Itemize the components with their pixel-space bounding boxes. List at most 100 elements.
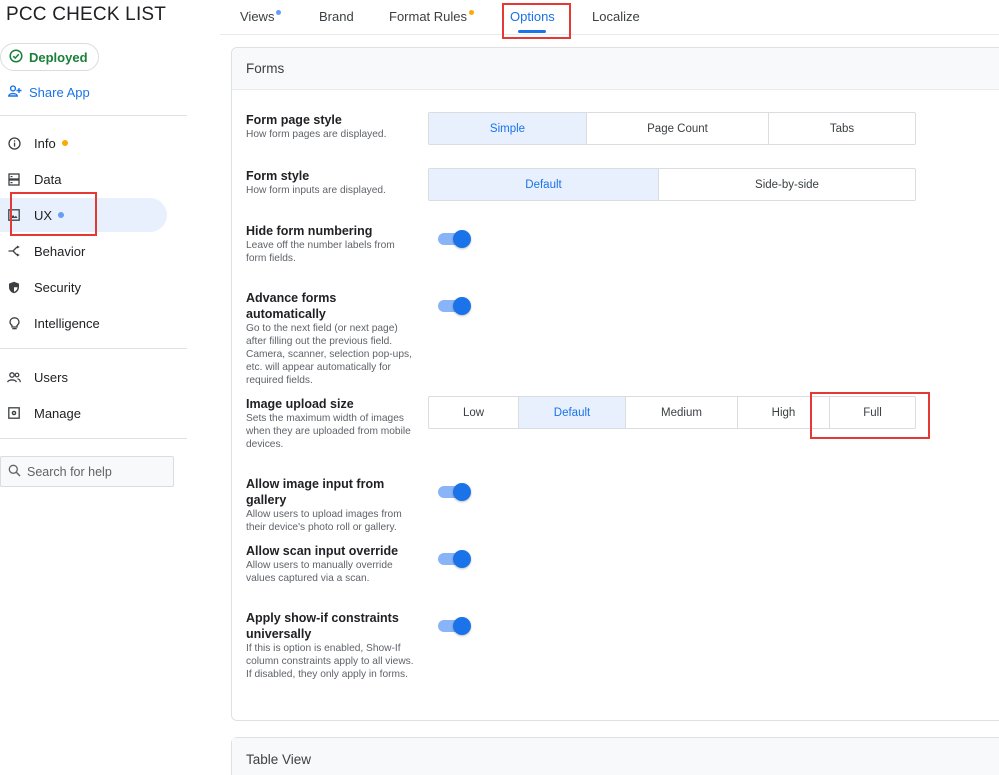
image-icon xyxy=(7,208,21,222)
top-tabs: Views Brand Format Rules Options Localiz… xyxy=(220,0,999,35)
setting-description: Allow users to upload images from their … xyxy=(246,509,402,533)
forms-card-header[interactable]: Forms xyxy=(232,48,999,90)
hide-numbering-toggle[interactable] xyxy=(438,229,472,249)
setting-title: Image upload size xyxy=(246,397,354,411)
advance-forms-toggle[interactable] xyxy=(438,296,472,316)
info-icon xyxy=(7,136,21,150)
sidebar-item-label: Security xyxy=(34,279,81,295)
person-add-icon xyxy=(8,85,22,100)
tab-options[interactable]: Options xyxy=(510,9,555,24)
sidebar-item-manage[interactable]: Manage xyxy=(0,396,167,430)
notification-dot xyxy=(61,140,68,146)
scan-override-toggle[interactable] xyxy=(438,549,472,569)
setting-form-page-style: Form page style How form pages are displ… xyxy=(246,112,416,141)
setting-title: Allow image input from gallery xyxy=(246,477,385,507)
notification-dot xyxy=(276,10,282,15)
option-page-count[interactable]: Page Count xyxy=(587,113,769,144)
share-app-label: Share App xyxy=(29,85,90,100)
sidebar-item-label: UX xyxy=(34,207,53,223)
form-page-style-selector: Simple Page Count Tabs xyxy=(428,112,916,145)
sidebar-divider xyxy=(0,438,187,439)
table-view-card: Table View xyxy=(231,737,999,775)
option-default[interactable]: Default xyxy=(519,397,626,428)
sidebar-item-label: Info xyxy=(34,135,56,151)
share-branch-icon xyxy=(7,244,21,258)
show-if-toggle[interactable] xyxy=(438,616,472,636)
tab-views[interactable]: Views xyxy=(240,9,282,24)
setting-scan-override: Allow scan input override Allow users to… xyxy=(246,543,416,585)
sidebar: PCC CHECK LIST Deployed Share App Info D… xyxy=(0,0,188,775)
sidebar-item-label: Users xyxy=(34,369,68,385)
forms-card: Forms Form page style How form pages are… xyxy=(231,47,999,721)
toggle-knob xyxy=(453,297,471,315)
sidebar-item-users[interactable]: Users xyxy=(0,360,167,394)
active-tab-indicator xyxy=(518,30,546,33)
setting-description: Allow users to manually override values … xyxy=(246,560,393,584)
table-view-card-header[interactable]: Table View xyxy=(232,738,999,775)
deployed-badge[interactable]: Deployed xyxy=(0,43,99,71)
option-high[interactable]: High xyxy=(738,397,830,428)
tab-label: Format Rules xyxy=(389,9,468,24)
lightbulb-icon xyxy=(7,316,21,330)
help-search-input[interactable]: Search for help xyxy=(0,456,174,487)
sidebar-divider xyxy=(0,115,187,116)
deployed-label: Deployed xyxy=(29,49,88,65)
option-side-by-side[interactable]: Side-by-side xyxy=(659,169,915,200)
sidebar-item-label: Behavior xyxy=(34,243,86,259)
database-icon xyxy=(7,172,21,186)
notification-dot xyxy=(58,212,65,218)
option-default[interactable]: Default xyxy=(429,169,659,200)
share-app-button[interactable]: Share App xyxy=(8,85,90,100)
tab-localize[interactable]: Localize xyxy=(592,9,640,24)
setting-description: If this is option is enabled, Show-If co… xyxy=(246,643,414,680)
setting-title: Hide form numbering xyxy=(246,224,373,238)
setting-title: Form page style xyxy=(246,113,342,127)
option-tabs[interactable]: Tabs xyxy=(769,113,915,144)
toggle-knob xyxy=(453,230,471,248)
gallery-input-toggle[interactable] xyxy=(438,482,472,502)
setting-form-style: Form style How form inputs are displayed… xyxy=(246,168,416,197)
sidebar-item-label: Data xyxy=(34,171,62,187)
form-style-selector: Default Side-by-side xyxy=(428,168,916,201)
app-title: PCC CHECK LIST xyxy=(6,4,167,25)
option-simple[interactable]: Simple xyxy=(429,113,587,144)
sidebar-item-label: Intelligence xyxy=(34,315,100,331)
search-icon xyxy=(8,464,21,480)
tab-label: Views xyxy=(240,9,275,24)
sidebar-divider xyxy=(0,348,187,349)
option-medium[interactable]: Medium xyxy=(626,397,738,428)
setting-advance-forms: Advance forms automatically Go to the ne… xyxy=(246,290,416,387)
setting-show-if-universal: Apply show-if constraints universally If… xyxy=(246,610,414,681)
tab-brand[interactable]: Brand xyxy=(319,9,354,24)
sidebar-item-ux[interactable]: UX xyxy=(0,198,167,232)
setting-title: Form style xyxy=(246,169,310,183)
option-low[interactable]: Low xyxy=(429,397,519,428)
sidebar-item-info[interactable]: Info xyxy=(0,126,167,160)
sidebar-item-security[interactable]: Security xyxy=(0,270,167,304)
tab-format-rules[interactable]: Format Rules xyxy=(389,9,475,24)
sidebar-item-behavior[interactable]: Behavior xyxy=(0,234,167,268)
notification-dot xyxy=(469,10,475,15)
tab-label: Options xyxy=(510,9,555,24)
setting-hide-form-numbering: Hide form numbering Leave off the number… xyxy=(246,223,416,265)
toggle-knob xyxy=(453,483,471,501)
setting-title: Apply show-if constraints universally xyxy=(246,611,399,641)
tab-label: Localize xyxy=(592,9,640,24)
setting-description: Go to the next field (or next page) afte… xyxy=(246,323,412,386)
setting-description: How form pages are displayed. xyxy=(246,129,387,140)
option-full[interactable]: Full xyxy=(830,397,915,428)
setting-description: Leave off the number labels from form fi… xyxy=(246,240,395,264)
tab-label: Brand xyxy=(319,9,354,24)
setting-description: How form inputs are displayed. xyxy=(246,185,386,196)
toggle-knob xyxy=(453,617,471,635)
toggle-knob xyxy=(453,550,471,568)
setting-title: Advance forms automatically xyxy=(246,291,337,321)
sidebar-item-data[interactable]: Data xyxy=(0,162,167,196)
settings-box-icon xyxy=(7,406,21,420)
setting-image-upload-size: Image upload size Sets the maximum width… xyxy=(246,396,416,451)
sidebar-item-label: Manage xyxy=(34,405,81,421)
sidebar-item-intelligence[interactable]: Intelligence xyxy=(0,306,167,340)
setting-title: Allow scan input override xyxy=(246,544,399,558)
check-circle-icon xyxy=(9,48,23,66)
image-upload-size-selector: Low Default Medium High Full xyxy=(428,396,916,429)
